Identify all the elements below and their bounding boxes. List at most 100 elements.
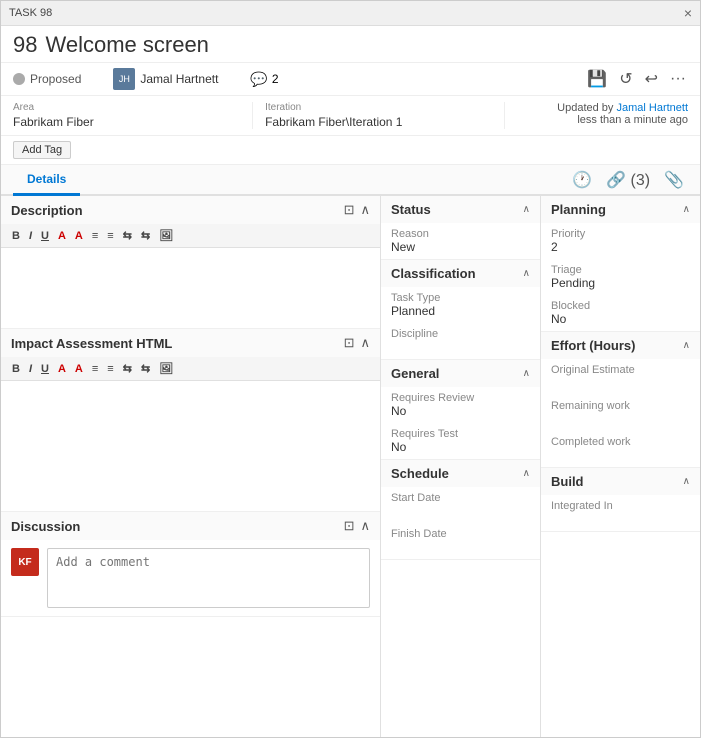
outdent-btn[interactable]: ⇆ [138, 228, 153, 243]
discussion-collapse-btn[interactable]: ∧ [360, 518, 370, 534]
description-header: Description ⊡ ∧ [1, 196, 380, 224]
discipline-field: Discipline [381, 323, 540, 359]
ol-btn[interactable]: ≡ [89, 228, 101, 243]
area-value[interactable]: Fabrikam Fiber [13, 115, 240, 129]
impact-collapse-btn[interactable]: ∧ [360, 335, 370, 351]
impact-italic-btn[interactable]: I [26, 361, 35, 376]
assignee-avatar: JH [113, 68, 135, 90]
completed-work-field: Completed work [541, 431, 700, 467]
status-circle-icon [13, 73, 25, 85]
ul-btn[interactable]: ≡ [104, 228, 116, 243]
impact-indent-btn[interactable]: ⇆ [120, 361, 135, 376]
discussion-section: Discussion ⊡ ∧ KF [1, 512, 380, 617]
highlight-btn[interactable]: A [72, 228, 86, 243]
remaining-work-value[interactable] [551, 412, 690, 426]
font-color-btn[interactable]: A [55, 228, 69, 243]
impact-expand-btn[interactable]: ⊡ [344, 335, 355, 351]
integrated-in-field: Integrated In [541, 495, 700, 531]
attachments-icon-btn[interactable]: 📎 [660, 166, 688, 194]
schedule-collapse-icon[interactable]: ∧ [523, 468, 530, 479]
impact-bold-btn[interactable]: B [9, 361, 23, 376]
status-column: Status ∧ Reason New Classification ∧ Tas… [381, 196, 541, 737]
undo-button[interactable]: ↩ [643, 67, 660, 91]
build-collapse-icon[interactable]: ∧ [683, 476, 690, 487]
impact-outdent-btn[interactable]: ⇆ [138, 361, 153, 376]
finish-date-value[interactable] [391, 540, 530, 554]
impact-controls: ⊡ ∧ [344, 335, 370, 351]
task-number: 98 [13, 32, 37, 58]
comment-badge[interactable]: 💬 2 [250, 71, 278, 88]
refresh-button[interactable]: ↺ [617, 67, 634, 91]
iteration-value[interactable]: Fabrikam Fiber\Iteration 1 [265, 115, 492, 129]
discussion-expand-btn[interactable]: ⊡ [344, 518, 355, 534]
remaining-work-field: Remaining work [541, 395, 700, 431]
impact-header: Impact Assessment HTML ⊡ ∧ [1, 329, 380, 357]
requires-test-value[interactable]: No [391, 440, 530, 454]
impact-editor-toolbar: B I U A A ≡ ≡ ⇆ ⇆ 🖼 [1, 357, 380, 381]
task-title: Welcome screen [45, 32, 208, 58]
iteration-label: Iteration [265, 102, 492, 113]
close-button[interactable]: × [684, 5, 692, 21]
impact-font-color-btn[interactable]: A [55, 361, 69, 376]
completed-work-value[interactable] [551, 448, 690, 462]
integrated-in-value[interactable] [551, 512, 690, 526]
history-icon-btn[interactable]: 🕐 [568, 166, 596, 194]
tab-icons: 🕐 🔗 (3) 📎 [568, 166, 688, 194]
discipline-value[interactable] [391, 340, 530, 354]
add-tag-button[interactable]: Add Tag [13, 141, 71, 159]
discussion-title: Discussion [11, 519, 80, 534]
underline-btn[interactable]: U [38, 228, 52, 243]
priority-value[interactable]: 2 [551, 240, 690, 254]
schedule-title: Schedule [391, 466, 449, 481]
finish-date-field: Finish Date [381, 523, 540, 559]
main-title-row: 98 Welcome screen [1, 26, 700, 63]
description-collapse-btn[interactable]: ∧ [360, 202, 370, 218]
status-section: Status ∧ Reason New [381, 196, 540, 260]
reason-value[interactable]: New [391, 240, 530, 254]
status-collapse-icon[interactable]: ∧ [523, 204, 530, 215]
image-btn[interactable]: 🖼 [156, 228, 176, 243]
tabs-row: Details 🕐 🔗 (3) 📎 [1, 165, 700, 196]
blocked-value[interactable]: No [551, 312, 690, 326]
comment-input[interactable] [47, 548, 370, 608]
requires-review-value[interactable]: No [391, 404, 530, 418]
start-date-value[interactable] [391, 504, 530, 518]
impact-underline-btn[interactable]: U [38, 361, 52, 376]
task-type-value[interactable]: Planned [391, 304, 530, 318]
iteration-field: Iteration Fabrikam Fiber\Iteration 1 [265, 102, 505, 129]
impact-ul-btn[interactable]: ≡ [104, 361, 116, 376]
triage-field: Triage Pending [541, 259, 700, 295]
impact-editor[interactable] [1, 381, 380, 511]
discussion-header: Discussion ⊡ ∧ [1, 512, 380, 540]
description-expand-btn[interactable]: ⊡ [344, 202, 355, 218]
assignee-field[interactable]: JH Jamal Hartnett [113, 68, 218, 90]
triage-value[interactable]: Pending [551, 276, 690, 290]
start-date-label: Start Date [391, 492, 530, 504]
more-button[interactable]: ··· [668, 68, 688, 90]
status-badge[interactable]: Proposed [13, 72, 81, 86]
requires-test-field: Requires Test No [381, 423, 540, 459]
description-editor-toolbar: B I U A A ≡ ≡ ⇆ ⇆ 🖼 [1, 224, 380, 248]
original-estimate-value[interactable] [551, 376, 690, 390]
tab-details[interactable]: Details [13, 165, 80, 196]
original-estimate-label: Original Estimate [551, 364, 690, 376]
italic-btn[interactable]: I [26, 228, 35, 243]
bold-btn[interactable]: B [9, 228, 23, 243]
links-icon-btn[interactable]: 🔗 (3) [602, 166, 654, 194]
planning-collapse-icon[interactable]: ∧ [683, 204, 690, 215]
general-collapse-icon[interactable]: ∧ [523, 368, 530, 379]
save-button[interactable]: 💾 [585, 67, 609, 91]
classification-collapse-icon[interactable]: ∧ [523, 268, 530, 279]
planning-section: Planning ∧ Priority 2 Triage Pending Blo… [541, 196, 700, 332]
status-label: Proposed [30, 72, 81, 86]
left-panel: Description ⊡ ∧ B I U A A ≡ ≡ ⇆ ⇆ 🖼 [1, 196, 381, 737]
description-editor[interactable] [1, 248, 380, 328]
triage-label: Triage [551, 264, 690, 276]
impact-ol-btn[interactable]: ≡ [89, 361, 101, 376]
impact-image-btn[interactable]: 🖼 [156, 361, 176, 376]
general-section: General ∧ Requires Review No Requires Te… [381, 360, 540, 460]
impact-highlight-btn[interactable]: A [72, 361, 86, 376]
indent-btn[interactable]: ⇆ [120, 228, 135, 243]
effort-collapse-icon[interactable]: ∧ [683, 340, 690, 351]
updated-user-link[interactable]: Jamal Hartnett [616, 102, 688, 114]
